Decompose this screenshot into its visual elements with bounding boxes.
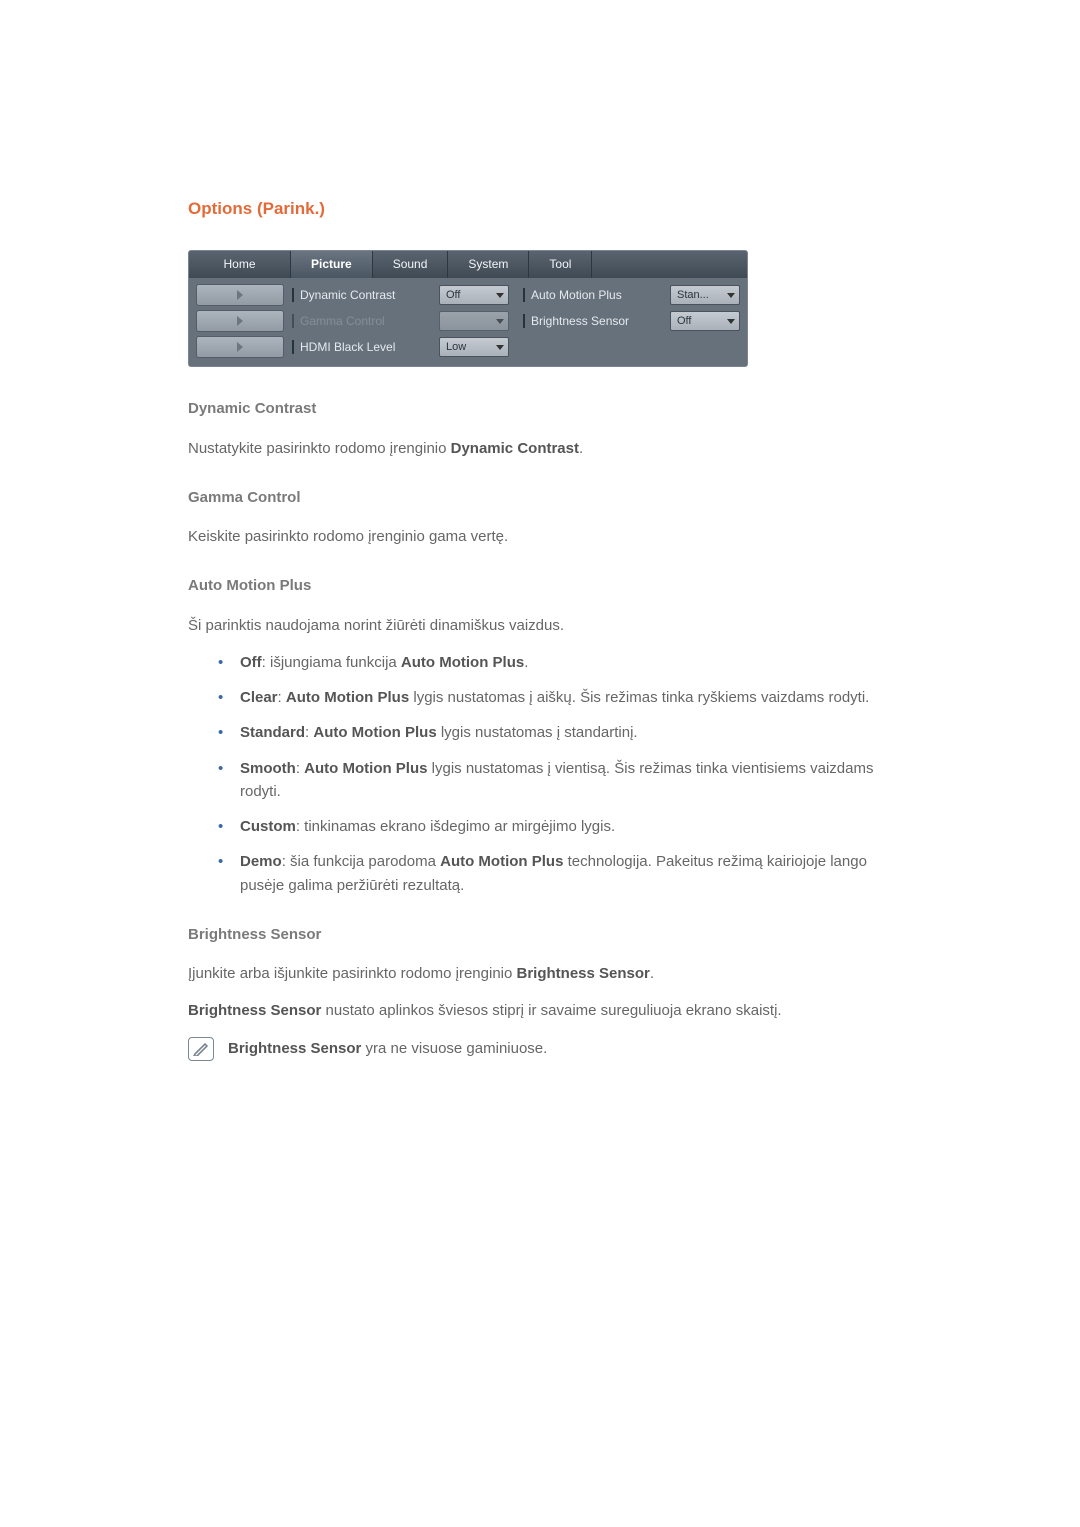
tab-tool[interactable]: Tool <box>529 251 592 278</box>
list-item: Off: išjungiama funkcija Auto Motion Plu… <box>218 651 892 674</box>
row-marker <box>292 314 294 328</box>
tab-sound[interactable]: Sound <box>373 251 449 278</box>
list-item: Custom: tinkinamas ekrano išdegimo ar mi… <box>218 815 892 838</box>
chevron-right-icon <box>237 342 243 352</box>
settings-col-left: Dynamic Contrast Off Gamma Control HDMI … <box>290 284 509 358</box>
section-amp-title: Auto Motion Plus <box>188 574 892 597</box>
setting-label: Gamma Control <box>300 312 439 331</box>
tab-picture[interactable]: Picture <box>291 251 373 278</box>
chevron-down-icon <box>727 293 735 298</box>
setting-brightness-sensor: Brightness Sensor Off <box>521 310 740 332</box>
brightness-select[interactable]: Off <box>670 311 740 331</box>
tabbar: Home Picture Sound System Tool <box>189 251 747 278</box>
section-brightness-title: Brightness Sensor <box>188 923 892 946</box>
page-heading: Options (Parink.) <box>188 196 892 222</box>
row-marker <box>292 288 294 302</box>
tab-home[interactable]: Home <box>189 251 291 278</box>
settings-panel: Home Picture Sound System Tool Dynamic C… <box>188 250 748 367</box>
expand-button-2[interactable] <box>196 310 284 332</box>
expand-button-3[interactable] <box>196 336 284 358</box>
section-gamma-text: Keiskite pasirinkto rodomo įrenginio gam… <box>188 525 892 548</box>
amp-list: Off: išjungiama funkcija Auto Motion Plu… <box>218 651 892 897</box>
gamma-control-select <box>439 311 509 331</box>
section-dynamic-contrast-text: Nustatykite pasirinkto rodomo įrenginio … <box>188 437 892 460</box>
list-item: Standard: Auto Motion Plus lygis nustato… <box>218 721 892 744</box>
panel-left-buttons <box>196 284 284 358</box>
setting-hdmi-black-level: HDMI Black Level Low <box>290 336 509 358</box>
section-gamma-title: Gamma Control <box>188 486 892 509</box>
section-brightness-p1: Įjunkite arba išjunkite pasirinkto rodom… <box>188 962 892 985</box>
row-marker <box>523 314 525 328</box>
setting-label: Auto Motion Plus <box>531 286 670 305</box>
list-item: Demo: šia funkcija parodoma Auto Motion … <box>218 850 892 897</box>
chevron-right-icon <box>237 316 243 326</box>
setting-label: HDMI Black Level <box>300 338 439 357</box>
list-item: Clear: Auto Motion Plus lygis nustatomas… <box>218 686 892 709</box>
chevron-down-icon <box>496 319 504 324</box>
auto-motion-select[interactable]: Stan... <box>670 285 740 305</box>
chevron-right-icon <box>237 290 243 300</box>
setting-gamma-control: Gamma Control <box>290 310 509 332</box>
settings-columns: Dynamic Contrast Off Gamma Control HDMI … <box>290 284 740 358</box>
row-marker <box>292 340 294 354</box>
list-item: Smooth: Auto Motion Plus lygis nustatoma… <box>218 757 892 804</box>
dynamic-contrast-select[interactable]: Off <box>439 285 509 305</box>
panel-body: Dynamic Contrast Off Gamma Control HDMI … <box>189 278 747 366</box>
chevron-down-icon <box>496 345 504 350</box>
row-marker <box>523 288 525 302</box>
expand-button-1[interactable] <box>196 284 284 306</box>
note-text: Brightness Sensor yra ne visuose gaminiu… <box>228 1037 547 1060</box>
setting-label: Brightness Sensor <box>531 312 670 331</box>
section-brightness-p2: Brightness Sensor nustato aplinkos švies… <box>188 999 892 1022</box>
section-dynamic-contrast-title: Dynamic Contrast <box>188 397 892 420</box>
tabbar-fill <box>592 251 747 278</box>
setting-label: Dynamic Contrast <box>300 286 439 305</box>
settings-col-right: Auto Motion Plus Stan... Brightness Sens… <box>521 284 740 358</box>
setting-dynamic-contrast: Dynamic Contrast Off <box>290 284 509 306</box>
tab-system[interactable]: System <box>448 251 529 278</box>
setting-auto-motion-plus: Auto Motion Plus Stan... <box>521 284 740 306</box>
section-amp-intro: Ši parinktis naudojama norint žiūrėti di… <box>188 614 892 637</box>
note: Brightness Sensor yra ne visuose gaminiu… <box>188 1037 892 1074</box>
pencil-note-icon <box>193 1042 209 1056</box>
note-icon <box>188 1037 214 1061</box>
chevron-down-icon <box>727 319 735 324</box>
hdmi-black-select[interactable]: Low <box>439 337 509 357</box>
chevron-down-icon <box>496 293 504 298</box>
